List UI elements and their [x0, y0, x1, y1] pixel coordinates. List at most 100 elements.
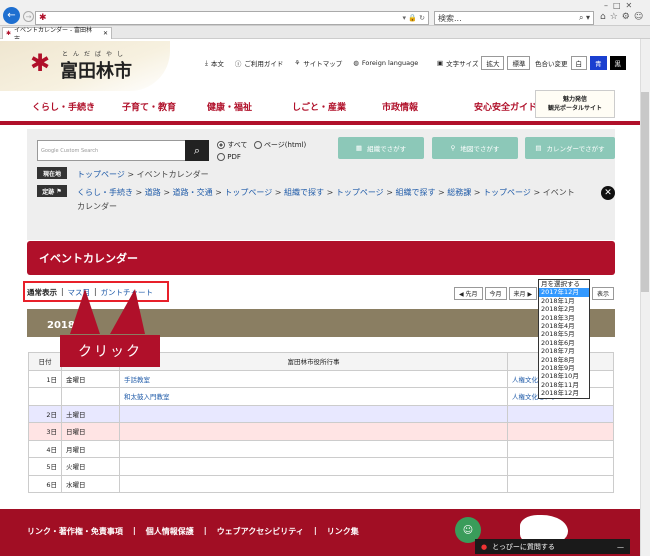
- place-link[interactable]: 人権文化: [512, 376, 538, 384]
- event-link[interactable]: 和太鼓入門教室: [124, 393, 170, 401]
- col-header-date: 日付: [28, 352, 62, 371]
- fixed-crumb-link[interactable]: くらし・手続き: [77, 188, 133, 197]
- month-select-list[interactable]: 月を選択する 2017年12月 2018年1月 2018年2月 2018年3月 2018年…: [538, 279, 590, 399]
- row-weekday: 火曜日: [61, 457, 120, 476]
- color-black-button[interactable]: 黒: [609, 56, 626, 70]
- month-option[interactable]: 2018年1月: [539, 297, 589, 305]
- month-option[interactable]: 2018年3月: [539, 314, 589, 322]
- row-weekday: 日曜日: [61, 422, 120, 441]
- radio-html[interactable]: [253, 141, 262, 149]
- footer-link-links[interactable]: リンク集: [327, 526, 359, 537]
- this-month-button[interactable]: 今月: [484, 287, 507, 300]
- browser-toolbar-icons[interactable]: ⌂☆⚙☺: [600, 12, 647, 22]
- google-search-input[interactable]: Google Custom Search: [37, 140, 187, 161]
- util-sitemap-link[interactable]: サイトマップ: [303, 58, 342, 68]
- utility-links: ⤓ 本文 ⓘ ご利用ガイド ⚘ サイトマップ ◍ Foreign language: [205, 58, 418, 69]
- fixed-crumb-link[interactable]: トップページ: [224, 188, 272, 197]
- row-place: [507, 439, 614, 458]
- font-standard-button[interactable]: 標準: [507, 56, 531, 70]
- fixed-crumb-link[interactable]: 組織で探す: [395, 188, 435, 197]
- browser-search-placeholder: 検索...: [438, 13, 462, 23]
- nav-city-info[interactable]: 市政情報: [382, 100, 474, 113]
- nav-underline: [0, 121, 640, 125]
- nav-work[interactable]: しごと・産業: [292, 100, 382, 113]
- color-controls: 色合い変更 白 青 黒: [535, 56, 626, 70]
- breadcrumb-top-link[interactable]: トップページ: [77, 170, 125, 179]
- row-place: [507, 404, 614, 423]
- search-by-org-button[interactable]: ▦ 組織でさがす: [338, 137, 424, 159]
- global-nav: くらし・手続き 子育て・教育 健康・福祉 しごと・産業 市政情報 安心安全ガイド: [32, 100, 564, 113]
- city-emblem-icon[interactable]: ✱: [30, 51, 54, 75]
- month-option[interactable]: 2018年6月: [539, 339, 589, 347]
- radio-all-label: すべて: [227, 141, 248, 149]
- nav-health[interactable]: 健康・福祉: [207, 100, 292, 113]
- footer-link-accessibility[interactable]: ウェブアクセシビリティ: [217, 526, 304, 537]
- row-day: 2日: [28, 404, 62, 423]
- window-controls[interactable]: –□✕: [604, 1, 637, 10]
- util-body-link[interactable]: 本文: [211, 58, 224, 68]
- tourism-banner[interactable]: 魅力発信 観光ポータルサイト: [535, 90, 615, 118]
- tourism-banner-line1: 魅力発信: [562, 96, 587, 103]
- close-breadcrumb-icon[interactable]: ✕: [601, 186, 615, 200]
- forward-button[interactable]: →: [23, 11, 34, 22]
- search-submit-button[interactable]: ⌕: [185, 140, 209, 161]
- month-option[interactable]: 2018年7月: [539, 347, 589, 355]
- color-white-button[interactable]: 白: [570, 56, 587, 70]
- search-icon[interactable]: ⌕ ▾: [579, 13, 590, 23]
- nav-childcare[interactable]: 子育て・教育: [122, 100, 207, 113]
- month-option[interactable]: 2018年8月: [539, 356, 589, 364]
- logo-text[interactable]: 富田林市: [60, 57, 132, 83]
- breadcrumb: トップページ > イベントカレンダー: [77, 170, 209, 179]
- month-option[interactable]: 2018年10月: [539, 372, 589, 380]
- address-bar[interactable]: ✱ ▾ 🔒 ↻: [35, 11, 429, 25]
- section-title: イベントカレンダー: [39, 252, 138, 265]
- download-icon: ⤓: [205, 58, 208, 67]
- chatbot-bar[interactable]: ● とっぴーに質問する —: [475, 539, 630, 554]
- event-link[interactable]: 手話教室: [124, 376, 150, 384]
- radio-pdf[interactable]: [217, 153, 225, 161]
- search-by-calendar-button[interactable]: ▤ カレンダーでさがす: [525, 137, 615, 159]
- refresh-icon[interactable]: ▾ 🔒 ↻: [402, 14, 425, 22]
- browser-search-input[interactable]: 検索... ⌕ ▾: [434, 11, 594, 25]
- fixed-crumb-link[interactable]: トップページ: [336, 188, 384, 197]
- radio-all[interactable]: [217, 141, 225, 149]
- month-option[interactable]: 2018年12月: [539, 389, 589, 397]
- month-option[interactable]: 2018年5月: [539, 330, 589, 338]
- row-event: [119, 404, 508, 423]
- month-option[interactable]: 2018年2月: [539, 305, 589, 313]
- breadcrumb-fixed-label-text: 定跡: [42, 188, 55, 196]
- nav-living[interactable]: くらし・手続き: [32, 100, 122, 113]
- search-by-org-label: 組織でさがす: [367, 145, 407, 153]
- scrollbar-thumb[interactable]: [641, 92, 649, 292]
- color-blue-button[interactable]: 青: [590, 56, 607, 70]
- prev-month-button[interactable]: ◀ 先月: [454, 287, 483, 300]
- month-option[interactable]: 2017年12月: [539, 288, 589, 297]
- back-button[interactable]: ←: [3, 7, 20, 24]
- row-weekday: [61, 387, 120, 406]
- minimize-icon[interactable]: —: [617, 543, 624, 551]
- footer-link-terms[interactable]: リンク・著作権・免責事項: [27, 526, 123, 537]
- font-enlarge-button[interactable]: 拡大: [481, 56, 505, 70]
- tab-favicon-icon: ✱: [6, 30, 12, 37]
- row-weekday: 土曜日: [61, 404, 120, 423]
- next-month-button[interactable]: 来月 ▶: [508, 287, 538, 300]
- tab-close-icon[interactable]: ✕: [103, 30, 108, 37]
- search-by-map-button[interactable]: ⚲ 地図でさがす: [432, 137, 518, 159]
- util-foreign-link[interactable]: Foreign language: [362, 59, 418, 67]
- show-button[interactable]: 表示: [592, 287, 615, 300]
- browser-tab[interactable]: ✱ イベントカレンダー - 富田林市... ✕: [2, 27, 112, 43]
- fixed-crumb-link[interactable]: トップページ: [483, 188, 531, 197]
- fixed-crumb-link[interactable]: 総務課: [447, 188, 471, 197]
- globe-icon: ◍: [353, 59, 359, 67]
- util-guide-link[interactable]: ご利用ガイド: [244, 58, 283, 68]
- footer-link-privacy[interactable]: 個人情報保護: [146, 526, 194, 537]
- row-day: 5日: [28, 457, 62, 476]
- fixed-crumb-link[interactable]: 組織で探す: [284, 188, 324, 197]
- map-pin-icon: ⚲: [450, 144, 456, 152]
- fixed-crumb-link[interactable]: 道路: [145, 188, 161, 197]
- calendar-table: 日付 富田林市役所行事 1日金曜日手話教室 人権文化 和太鼓入門教室人権文化センタ…: [28, 352, 614, 493]
- breadcrumb-fixed-label: 定跡 ⚑: [37, 185, 67, 197]
- site-favicon-icon: ✱: [39, 13, 47, 23]
- fixed-crumb-link[interactable]: 道路・交通: [173, 188, 213, 197]
- font-size-label: 文字サイズ: [446, 60, 479, 68]
